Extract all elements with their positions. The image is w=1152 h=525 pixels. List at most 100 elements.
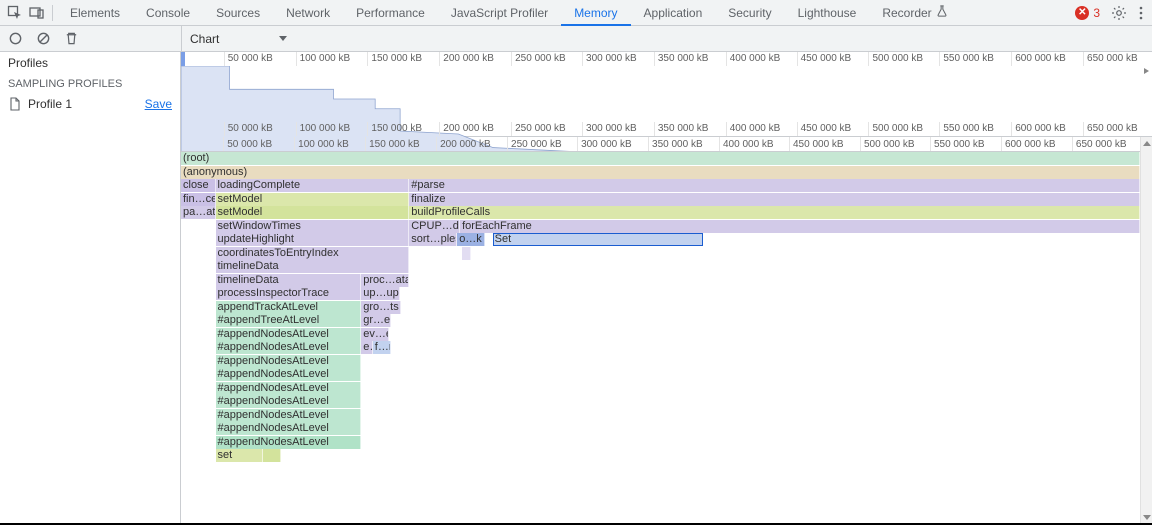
- tab-application[interactable]: Application: [631, 0, 716, 26]
- flame-node[interactable]: #appendNodesAtLevel: [216, 422, 362, 435]
- flame-row: #appendNodesAtLevel: [181, 368, 1140, 381]
- flame-node[interactable]: timelineData: [216, 274, 362, 287]
- flame-chart[interactable]: 50 000 kB100 000 kB150 000 kB200 000 kB2…: [181, 137, 1140, 523]
- flame-node[interactable]: setWindowTimes: [216, 220, 410, 233]
- ruler-tick: 50 000 kB: [223, 137, 272, 151]
- flame-node[interactable]: set: [216, 449, 264, 462]
- flame-node[interactable]: processInspectorTrace: [216, 287, 362, 300]
- flame-node[interactable]: setModel: [216, 193, 410, 206]
- ruler-tick: 300 000 kB: [582, 52, 637, 66]
- flame-row: processInspectorTraceup…up: [181, 287, 1140, 300]
- flame-node[interactable]: fin…ce: [181, 193, 216, 206]
- flame-node[interactable]: f…r: [373, 341, 391, 354]
- flame-row: set: [181, 449, 1140, 462]
- delete-icon[interactable]: [62, 30, 80, 48]
- devtools-tabbar: ElementsConsoleSourcesNetworkPerformance…: [0, 0, 1152, 26]
- overview-chart[interactable]: 50 000 kB100 000 kB150 000 kB200 000 kB2…: [181, 52, 1152, 137]
- flame-node[interactable]: [462, 247, 471, 260]
- tab-elements[interactable]: Elements: [57, 0, 133, 26]
- flame-node[interactable]: #appendNodesAtLevel: [216, 341, 362, 354]
- flame-node[interactable]: #appendNodesAtLevel: [216, 382, 362, 395]
- ruler-tick: 250 000 kB: [511, 52, 566, 66]
- flame-node[interactable]: timelineData: [216, 260, 410, 273]
- flame-node[interactable]: (anonymous): [181, 166, 1140, 179]
- flame-node[interactable]: o…k: [457, 233, 485, 246]
- flame-node[interactable]: buildProfileCalls: [409, 206, 1140, 219]
- flame-node[interactable]: #appendNodesAtLevel: [216, 436, 362, 449]
- tab-javascript-profiler[interactable]: JavaScript Profiler: [438, 0, 561, 26]
- overview-ruler-bottom: 50 000 kB100 000 kB150 000 kB200 000 kB2…: [181, 122, 1152, 136]
- ruler-tick: 150 000 kB: [365, 137, 420, 151]
- flame-node[interactable]: Set: [493, 233, 703, 246]
- scroll-up-icon[interactable]: [1141, 137, 1152, 149]
- flask-icon: [936, 6, 948, 20]
- main-split: Profiles SAMPLING PROFILES Profile 1 Sav…: [0, 52, 1152, 523]
- ruler-tick: 300 000 kB: [577, 137, 632, 151]
- vertical-scrollbar[interactable]: [1140, 137, 1152, 523]
- more-icon[interactable]: [1130, 2, 1152, 24]
- ruler-tick: 100 000 kB: [296, 122, 351, 136]
- flame-node[interactable]: close: [181, 179, 216, 192]
- flame-row: #appendNodesAtLevele…f…r: [181, 341, 1140, 354]
- clear-icon[interactable]: [34, 30, 52, 48]
- save-link[interactable]: Save: [145, 97, 172, 111]
- tab-network[interactable]: Network: [273, 0, 343, 26]
- ruler-tick: 200 000 kB: [439, 52, 494, 66]
- flame-node[interactable]: coordinatesToEntryIndex: [216, 247, 410, 260]
- error-count-badge[interactable]: ✕ 3: [1075, 6, 1100, 20]
- tab-memory[interactable]: Memory: [561, 0, 630, 26]
- flame-node[interactable]: (root): [181, 152, 1140, 165]
- ruler-tick: 100 000 kB: [296, 52, 351, 66]
- ruler-tick: 650 000 kB: [1083, 52, 1138, 66]
- tab-recorder[interactable]: Recorder: [869, 0, 960, 26]
- tab-lighthouse[interactable]: Lighthouse: [785, 0, 870, 26]
- flame-node[interactable]: proc…ata: [361, 274, 409, 287]
- inspect-icon[interactable]: [4, 2, 26, 24]
- ruler-tick: 450 000 kB: [789, 137, 844, 151]
- ruler-tick: 400 000 kB: [726, 122, 781, 136]
- flame-node[interactable]: sort…ples: [409, 233, 457, 246]
- flame-row: #appendNodesAtLevel: [181, 436, 1140, 449]
- sidebar-subheading: SAMPLING PROFILES: [0, 74, 180, 94]
- tab-console[interactable]: Console: [133, 0, 203, 26]
- ruler-tick: 600 000 kB: [1011, 122, 1066, 136]
- overview-ruler-top: 50 000 kB100 000 kB150 000 kB200 000 kB2…: [181, 52, 1152, 66]
- flame-node[interactable]: forEachFrame: [460, 220, 1140, 233]
- flame-node[interactable]: CPUP…del: [409, 220, 460, 233]
- profile-item[interactable]: Profile 1 Save: [0, 94, 180, 114]
- flame-node[interactable]: ev…ew: [361, 328, 389, 341]
- flame-node[interactable]: #appendTreeAtLevel: [216, 314, 362, 327]
- ruler-tick: 550 000 kB: [939, 122, 994, 136]
- gear-icon[interactable]: [1108, 2, 1130, 24]
- flame-node[interactable]: pa…at: [181, 206, 216, 219]
- flame-node[interactable]: #appendNodesAtLevel: [216, 328, 362, 341]
- flame-node[interactable]: #appendNodesAtLevel: [216, 409, 362, 422]
- flame-node[interactable]: e…: [361, 341, 373, 354]
- ruler-tick: 100 000 kB: [294, 137, 349, 151]
- flame-node[interactable]: [263, 449, 280, 462]
- flame-row: #appendNodesAtLevel: [181, 409, 1140, 422]
- ruler-tick: 400 000 kB: [726, 52, 781, 66]
- flame-node[interactable]: #parse: [409, 179, 1140, 192]
- flame-node[interactable]: #appendNodesAtLevel: [216, 368, 362, 381]
- tab-security[interactable]: Security: [715, 0, 784, 26]
- flame-node[interactable]: loadingComplete: [216, 179, 410, 192]
- view-select[interactable]: Chart: [182, 29, 295, 49]
- overview-scroll-right[interactable]: [1142, 66, 1152, 76]
- flame-node[interactable]: appendTrackAtLevel: [216, 301, 362, 314]
- flame-node[interactable]: gr…ew: [361, 314, 391, 327]
- tab-performance[interactable]: Performance: [343, 0, 438, 26]
- tab-sources[interactable]: Sources: [203, 0, 273, 26]
- profile-name: Profile 1: [28, 97, 72, 111]
- scroll-down-icon[interactable]: [1141, 511, 1152, 523]
- ruler-tick: 450 000 kB: [797, 52, 852, 66]
- flame-node[interactable]: setModel: [216, 206, 410, 219]
- flame-node[interactable]: #appendNodesAtLevel: [216, 355, 362, 368]
- device-icon[interactable]: [26, 2, 48, 24]
- flame-node[interactable]: #appendNodesAtLevel: [216, 395, 362, 408]
- flame-node[interactable]: updateHighlight: [216, 233, 410, 246]
- record-icon[interactable]: [6, 30, 24, 48]
- flame-node[interactable]: finalize: [409, 193, 1140, 206]
- flame-node[interactable]: up…up: [361, 287, 399, 300]
- flame-node[interactable]: gro…ts: [361, 301, 400, 314]
